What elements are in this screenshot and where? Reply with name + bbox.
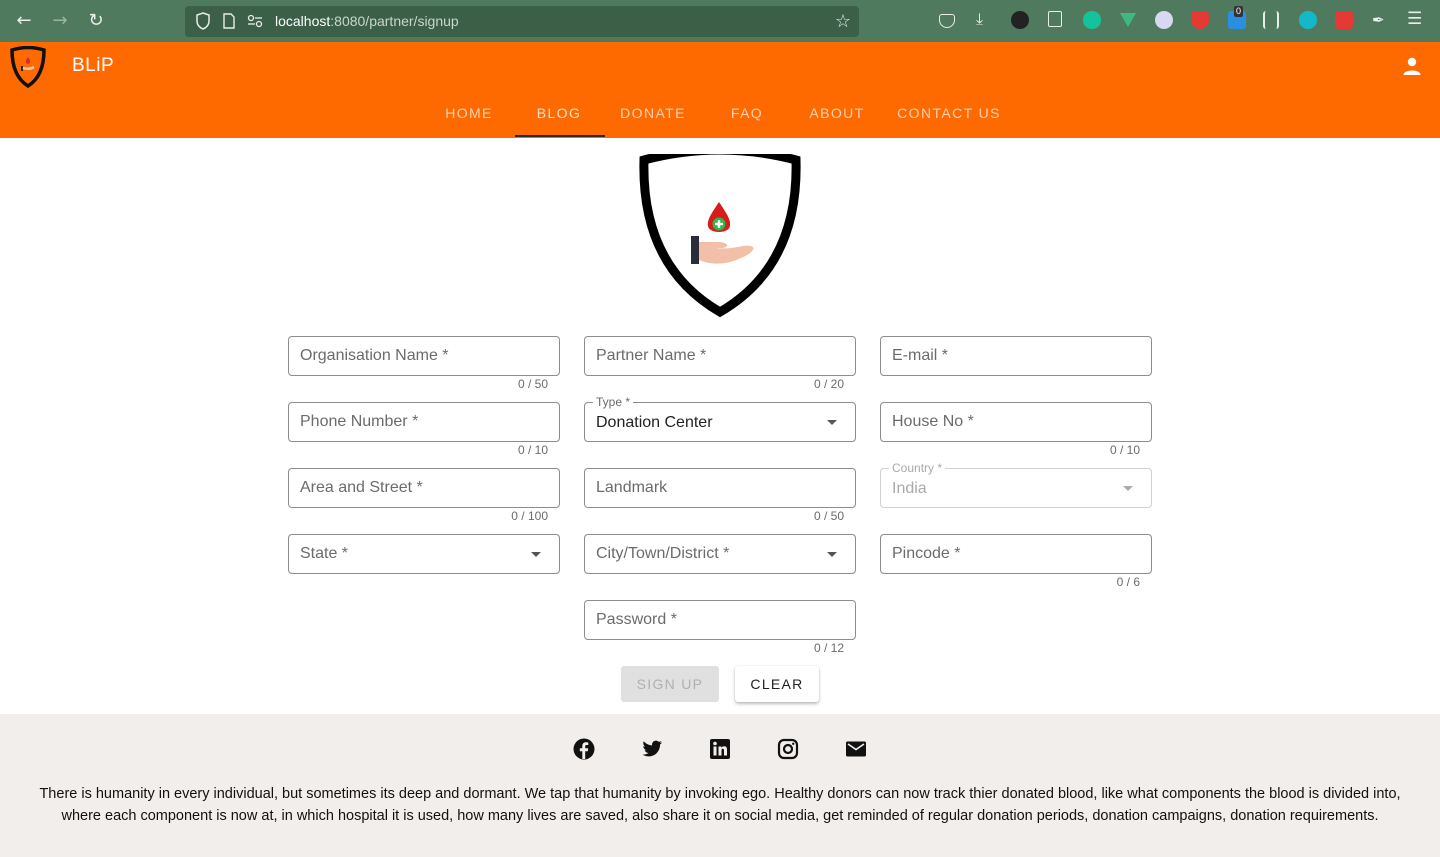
- landmark-placeholder: Landmark: [596, 479, 668, 496]
- extension-globe-icon[interactable]: [1155, 11, 1173, 29]
- clear-button[interactable]: CLEAR: [735, 666, 819, 702]
- instagram-icon[interactable]: [777, 738, 799, 760]
- vue-devtools-icon[interactable]: [1120, 13, 1136, 27]
- ublock-icon[interactable]: [1191, 11, 1209, 29]
- city-placeholder: City/Town/District *: [596, 545, 730, 562]
- downloads-icon[interactable]: ⤓: [976, 9, 994, 28]
- house-no-field[interactable]: House No *: [880, 402, 1152, 442]
- house-no-counter: 0 / 10: [1109, 443, 1140, 457]
- forward-icon[interactable]: →: [48, 9, 72, 33]
- footer: There is humanity in every individual, b…: [0, 714, 1440, 857]
- app-header: BLiP HOME BLOG DONATE FAQ ABOUT CONTACT …: [0, 42, 1440, 138]
- extension-badge-icon[interactable]: 0: [1228, 6, 1246, 29]
- reload-icon[interactable]: ↻: [84, 9, 108, 33]
- extension-badge-count: 0: [1234, 6, 1244, 17]
- email-placeholder: E-mail *: [892, 347, 949, 364]
- password-placeholder: Password *: [596, 611, 677, 628]
- landmark-counter: 0 / 50: [813, 509, 844, 523]
- tab-faq[interactable]: FAQ: [705, 88, 789, 138]
- partner-name-field[interactable]: Partner Name *: [584, 336, 856, 376]
- pincode-field[interactable]: Pincode *: [880, 534, 1152, 574]
- extension-dark-icon[interactable]: [1011, 11, 1029, 29]
- linkedin-icon[interactable]: [709, 738, 731, 760]
- url-path: :8080/partner/signup: [330, 13, 459, 29]
- blip-logo-icon[interactable]: [9, 46, 47, 88]
- partner-name-placeholder: Partner Name *: [596, 347, 707, 364]
- url-host: localhost: [275, 13, 331, 29]
- extension-m-icon[interactable]: [1299, 11, 1317, 29]
- twitter-icon[interactable]: [641, 738, 663, 760]
- country-value: India: [892, 480, 927, 497]
- landmark-field[interactable]: Landmark: [584, 468, 856, 508]
- phone-number-field[interactable]: Phone Number *: [288, 402, 560, 442]
- tab-home[interactable]: HOME: [425, 88, 513, 138]
- type-label: Type *: [593, 395, 634, 409]
- password-field[interactable]: Password *: [584, 600, 856, 640]
- password-counter: 0 / 12: [813, 641, 844, 655]
- country-select: Country * India: [880, 461, 1152, 508]
- organisation-name-field[interactable]: Organisation Name *: [288, 336, 560, 376]
- page-icon: [223, 13, 235, 29]
- url-text[interactable]: localhost:8080/partner/signup: [275, 13, 459, 29]
- house-no-placeholder: House No *: [892, 413, 974, 430]
- sign-up-button[interactable]: SIGN UP: [621, 666, 719, 702]
- blip-shield-logo: [639, 154, 801, 318]
- pincode-placeholder: Pincode *: [892, 545, 961, 562]
- tab-blog[interactable]: BLOG: [515, 88, 603, 138]
- area-street-field[interactable]: Area and Street *: [288, 468, 560, 508]
- notes-icon[interactable]: [1048, 11, 1062, 27]
- organisation-name-placeholder: Organisation Name *: [300, 347, 449, 364]
- chevron-down-icon[interactable]: [827, 552, 837, 557]
- tracking-shield-icon[interactable]: [195, 12, 211, 30]
- bookmark-star-icon[interactable]: ☆: [835, 11, 851, 32]
- pocket-icon[interactable]: [939, 14, 955, 28]
- country-label: Country *: [889, 461, 946, 475]
- account-icon[interactable]: [1402, 56, 1422, 76]
- chevron-down-icon[interactable]: [531, 552, 541, 557]
- area-street-placeholder: Area and Street *: [300, 479, 423, 496]
- brand-name[interactable]: BLiP: [72, 55, 114, 77]
- chevron-down-icon[interactable]: [827, 420, 837, 425]
- back-icon[interactable]: ←: [12, 9, 36, 33]
- organisation-name-counter: 0 / 50: [517, 377, 548, 391]
- phone-number-placeholder: Phone Number *: [300, 413, 419, 430]
- tab-contact-us[interactable]: CONTACT US: [887, 88, 1011, 138]
- state-placeholder: State *: [300, 545, 349, 562]
- menu-icon[interactable]: ☰: [1407, 9, 1425, 29]
- state-select[interactable]: State *: [288, 534, 560, 574]
- grammarly-icon[interactable]: [1083, 11, 1101, 29]
- permissions-icon[interactable]: [247, 14, 263, 28]
- todoist-icon[interactable]: [1335, 11, 1353, 29]
- footer-description: There is humanity in every individual, b…: [39, 786, 1401, 824]
- phone-number-counter: 0 / 10: [517, 443, 548, 457]
- partner-name-counter: 0 / 20: [813, 377, 844, 391]
- tab-about[interactable]: ABOUT: [794, 88, 880, 138]
- tools-icon[interactable]: ✒: [1372, 11, 1390, 29]
- extension-grid-icon[interactable]: [1263, 11, 1279, 29]
- chevron-down-icon: [1123, 486, 1133, 491]
- mail-icon[interactable]: [845, 738, 867, 760]
- email-field[interactable]: E-mail *: [880, 336, 1152, 376]
- address-bar[interactable]: localhost:8080/partner/signup ☆: [185, 6, 859, 37]
- facebook-icon[interactable]: [573, 738, 595, 760]
- active-tab-indicator: [515, 135, 605, 137]
- area-street-counter: 0 / 100: [511, 509, 548, 523]
- type-value: Donation Center: [596, 414, 713, 431]
- tab-donate[interactable]: DONATE: [608, 88, 698, 138]
- browser-toolbar: ← → ↻ localhost:8080/partner/signup ☆ ⤓ …: [0, 0, 1440, 42]
- type-select[interactable]: Type * Donation Center: [584, 395, 856, 442]
- city-select[interactable]: City/Town/District *: [584, 534, 856, 574]
- pincode-counter: 0 / 6: [1116, 575, 1140, 589]
